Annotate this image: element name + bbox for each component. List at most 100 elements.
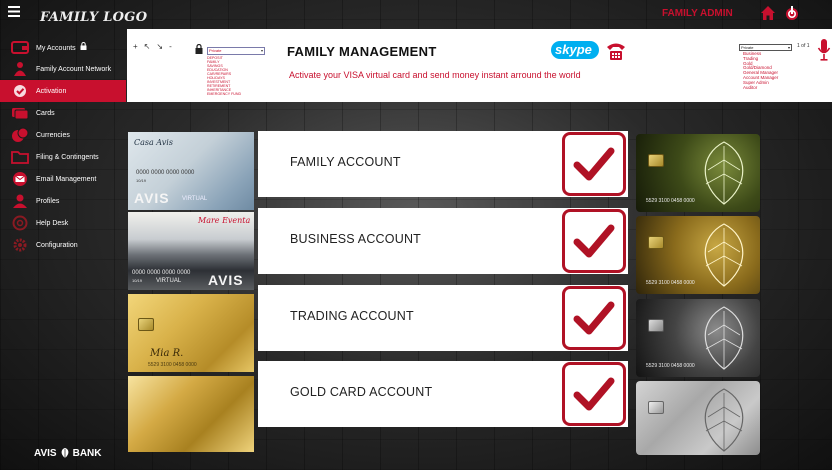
account-row-business[interactable]: BUSINESS ACCOUNT [258,208,628,274]
leaf-logo-icon [61,448,68,458]
physical-card-green[interactable]: 5529 3100 0458 0000 [636,134,760,212]
select-option[interactable]: EMERGENCY FUND [207,92,241,96]
physical-card-gold[interactable]: 5529 3100 0458 0000 [636,216,760,294]
account-checkbox[interactable] [562,209,626,273]
card-brand: AVIS [134,190,170,206]
family-logo[interactable]: FAMILY LOGO [40,10,147,25]
select-value: Private [209,48,222,53]
role-select[interactable]: Private ▾ [739,44,792,51]
sidebar: My Accounts Family Account Network Activ… [0,30,126,470]
toolbar: + ↖ ↘ - [133,42,172,51]
lock-icon [195,44,203,54]
folder-icon [11,151,29,164]
activation-icon [14,85,26,97]
card-number: 5529 3100 0458 0000 [646,363,695,369]
checkmark-icon [573,301,615,335]
cards-icon [12,108,29,120]
sidebar-item-currencies[interactable]: Currencies [0,124,126,146]
account-row-trading[interactable]: TRADING ACCOUNT [258,285,628,351]
sidebar-item-label: Filing & Contingents [36,153,99,161]
sidebar-item-label: Cards [36,109,55,117]
sidebar-item-cards[interactable]: Cards [0,102,126,124]
account-label: TRADING ACCOUNT [290,309,414,323]
currencies-icon [12,127,29,142]
gear-icon [13,238,27,252]
account-row-gold-card[interactable]: GOLD CARD ACCOUNT [258,361,628,427]
palm-leaf-icon [704,223,744,287]
add-button[interactable]: + [133,42,138,51]
account-checkbox[interactable] [562,132,626,196]
avis-logo-text: AVIS [34,447,57,459]
family-network-icon [14,62,26,76]
sidebar-item-label: Profiles [36,197,60,205]
card-number: 5529 3100 0458 0000 [646,198,695,204]
skype-label: skype [555,42,592,57]
page-indicator: 1 of 1 [797,43,810,49]
chevron-down-icon: ▾ [260,48,263,53]
sidebar-item-label: Email Management [36,175,97,183]
role-option[interactable]: Auditor [743,85,778,91]
sidebar-item-filing[interactable]: Filing & Contingents [0,146,126,168]
physical-card-silver[interactable] [636,381,760,455]
lock-icon [80,42,87,50]
card-chip [648,319,664,332]
card-name: Casa Avis [134,138,173,147]
virtual-card-gold[interactable] [128,376,254,452]
card-chip [648,236,664,249]
card-name: Mia R. [150,348,184,359]
card-expiry: 10/19 [136,178,147,183]
email-icon [13,172,27,186]
microphone-icon[interactable] [817,38,831,62]
power-icon[interactable] [784,5,800,21]
home-icon[interactable] [760,5,776,21]
select-options-list: DEPOSIT FAMILY SAVINGS EDUCATION CAR/REP… [207,56,241,96]
sidebar-item-email-management[interactable]: Email Management [0,168,126,190]
card-expiry: 10/19 [132,278,143,283]
sidebar-item-my-accounts[interactable]: My Accounts [0,36,126,58]
account-checkbox[interactable] [562,362,626,426]
top-bar: FAMILY LOGO FAMILY ADMIN [0,0,832,28]
sidebar-item-help-desk[interactable]: Help Desk [0,212,126,234]
sidebar-item-label: Family Account Network [36,65,112,73]
sidebar-item-label: My Accounts [36,45,76,52]
bank-logo-text: BANK [72,447,102,459]
palm-leaf-icon [704,306,744,370]
redo-button[interactable]: ↘ [156,42,163,51]
sidebar-item-activation[interactable]: Activation [0,80,126,102]
card-brand: AVIS [208,272,244,288]
card-chip [138,318,154,331]
account-checkbox[interactable] [562,286,626,350]
checkmark-icon [573,147,615,181]
card-chip [648,154,664,167]
sidebar-item-profiles[interactable]: Profiles [0,190,126,212]
remove-button[interactable]: - [169,42,172,51]
account-row-family[interactable]: FAMILY ACCOUNT [258,131,628,197]
wallet-icon [11,41,29,54]
virtual-card-family[interactable]: Casa Avis 0000 0000 0000 0000 10/19 AVIS… [128,132,254,210]
card-number: 5529 3100 0458 0000 [646,280,695,286]
sidebar-item-label: Help Desk [36,219,69,227]
account-label: GOLD CARD ACCOUNT [290,385,433,399]
sidebar-item-family-account-network[interactable]: Family Account Network [0,58,126,80]
undo-button[interactable]: ↖ [144,42,151,51]
telephone-icon[interactable] [605,39,627,61]
card-type: VIRTUAL [182,196,208,202]
hamburger-menu-icon[interactable] [8,4,22,21]
select-value: Private [741,45,754,50]
palm-leaf-icon [704,388,744,452]
account-label: BUSINESS ACCOUNT [290,232,422,246]
admin-label[interactable]: FAMILY ADMIN [662,8,733,19]
physical-card-black[interactable]: 5529 3100 0458 0000 [636,299,760,377]
sidebar-item-label: Configuration [36,241,78,249]
card-number: 5529 3100 0458 0000 [148,362,197,368]
sidebar-item-label: Activation [36,87,67,95]
sidebar-item-configuration[interactable]: Configuration [0,234,126,256]
virtual-card-business[interactable]: Mare Eventa 0000 0000 0000 0000 10/19 VI… [128,212,254,290]
virtual-card-trading[interactable]: Mia R. 5529 3100 0458 0000 [128,294,254,372]
help-icon [12,215,28,231]
avis-bank-logo: AVIS BANK [34,447,102,459]
account-label: FAMILY ACCOUNT [290,155,401,169]
sidebar-item-label: Currencies [36,131,70,139]
card-chip [648,401,664,414]
account-type-select[interactable]: Private ▾ [207,47,265,55]
